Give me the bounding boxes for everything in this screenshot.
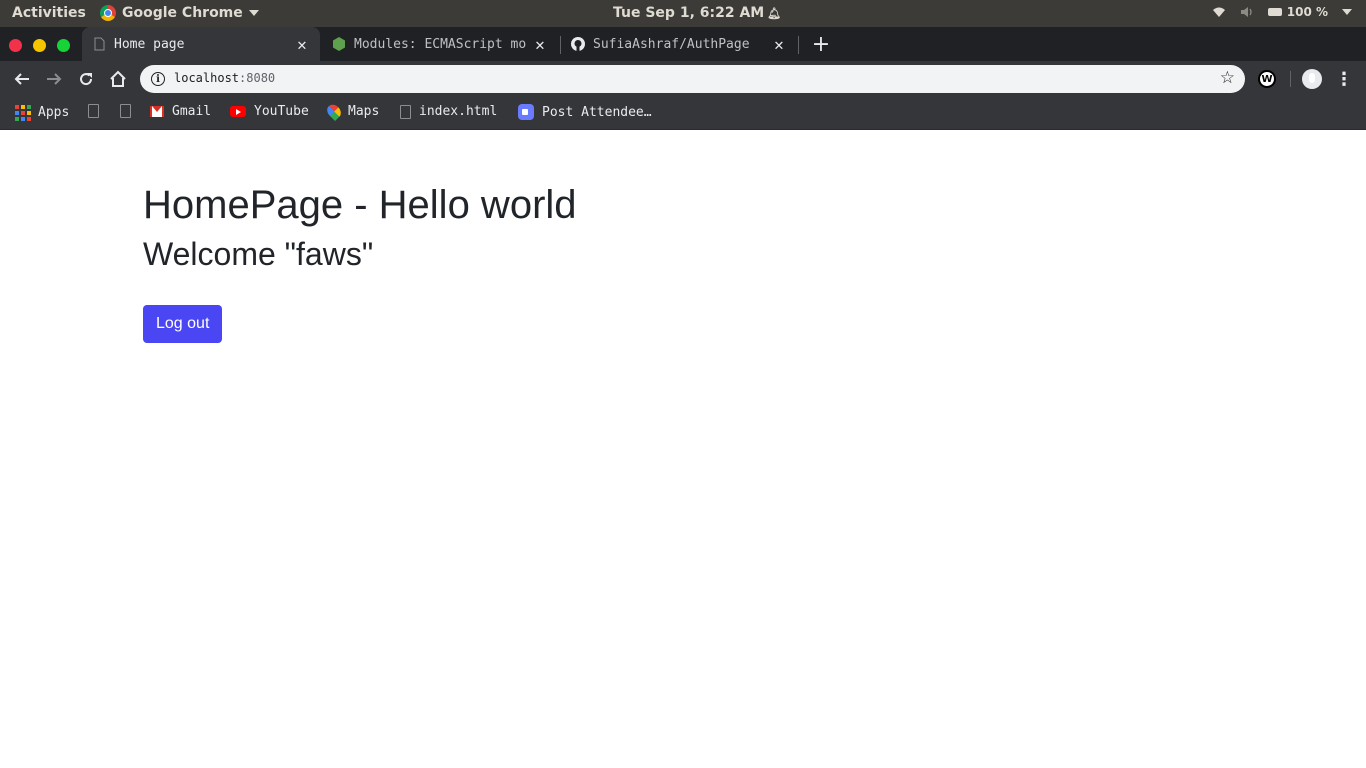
battery-icon (1267, 8, 1282, 16)
tab-divider (798, 36, 799, 54)
toolbar-divider (1290, 71, 1291, 87)
bell-icon: 🔔︎ (767, 6, 782, 20)
tab-modules[interactable]: Modules: ECMAScript mo ✕ (322, 27, 558, 61)
profile-avatar[interactable] (1302, 69, 1322, 89)
bookmark-apps[interactable]: Apps (14, 104, 70, 121)
tab-label: Modules: ECMAScript mo (354, 36, 526, 52)
url-host: localhost (174, 71, 240, 85)
gmail-icon (150, 106, 164, 117)
window-maximize-button[interactable] (57, 39, 70, 52)
bookmark-label: Gmail (172, 104, 212, 119)
extension-icon[interactable]: W (1258, 70, 1276, 88)
bookmark-blank-2[interactable] (120, 104, 131, 118)
arrow-left-icon (14, 73, 29, 85)
bookmark-label: YouTube (254, 104, 309, 119)
youtube-icon (230, 106, 246, 117)
system-tray[interactable]: 100 % (1212, 5, 1352, 19)
browser-toolbar: i localhost:8080 ☆ W ⋮ (0, 61, 1366, 97)
github-icon (571, 37, 585, 51)
close-icon[interactable]: ✕ (532, 35, 548, 54)
bookmark-gmail[interactable]: Gmail (150, 104, 211, 119)
address-url[interactable]: localhost:8080 (174, 71, 275, 85)
info-icon[interactable]: i (151, 72, 165, 86)
address-bar[interactable]: i localhost:8080 ☆ (140, 65, 1245, 93)
logout-button[interactable]: Log out (143, 305, 223, 343)
file-icon (94, 37, 105, 51)
tab-strip: Home page ✕ Modules: ECMAScript mo ✕ Suf… (0, 27, 1366, 61)
bookmarks-bar: Apps Gmail YouTube Maps index.html Post … (0, 97, 1366, 130)
page-content: HomePage - Hello world Welcome "faws" Lo… (0, 131, 1366, 768)
file-icon (400, 104, 411, 119)
window-minimize-button[interactable] (33, 39, 46, 52)
url-port: :8080 (239, 71, 276, 85)
reload-button[interactable] (74, 67, 98, 91)
tab-label: SufiaAshraf/AuthPage (593, 36, 750, 52)
zoom-video-icon (518, 104, 534, 120)
clock[interactable]: Tue Sep 1, 6:22 AM 🔔︎ (613, 5, 781, 21)
chevron-down-icon (1342, 9, 1352, 15)
battery-label: 100 % (1286, 5, 1328, 19)
menu-kebab-icon[interactable]: ⋮ (1335, 67, 1353, 91)
volume-icon (1240, 7, 1252, 17)
close-icon[interactable]: ✕ (771, 35, 787, 54)
system-top-bar: Activities Google Chrome Tue Sep 1, 6:22… (0, 0, 1366, 27)
bookmark-star-icon[interactable]: ☆ (1220, 68, 1235, 88)
clock-label: Tue Sep 1, 6:22 AM (613, 5, 765, 21)
chevron-down-icon (248, 10, 259, 16)
home-icon (110, 70, 126, 87)
tab-github[interactable]: SufiaAshraf/AuthPage ✕ (561, 27, 797, 61)
bookmark-maps[interactable]: Maps (324, 101, 380, 122)
wifi-icon (1212, 7, 1225, 17)
app-menu[interactable]: Google Chrome (100, 5, 259, 21)
bookmark-post-attendee[interactable]: Post Attendee… (518, 104, 652, 120)
chrome-icon (100, 5, 116, 21)
bookmark-index-html[interactable]: index.html (400, 104, 497, 119)
reload-icon (80, 73, 93, 86)
file-icon (88, 104, 99, 118)
bookmark-label: Post Attendee… (542, 104, 652, 120)
forward-button[interactable] (42, 67, 66, 91)
page-title: HomePage - Hello world (143, 183, 577, 227)
welcome-message: Welcome "faws" (143, 236, 374, 272)
bookmark-blank-1[interactable] (88, 104, 99, 118)
file-icon (120, 104, 131, 118)
close-icon[interactable]: ✕ (294, 35, 310, 54)
bookmark-youtube[interactable]: YouTube (230, 104, 309, 119)
app-menu-label: Google Chrome (122, 5, 243, 21)
bookmark-label: index.html (419, 104, 498, 119)
bookmark-label: Apps (38, 104, 70, 120)
tab-label: Home page (114, 36, 185, 52)
activities-button[interactable]: Activities (12, 5, 86, 21)
arrow-right-icon (47, 73, 62, 85)
new-tab-button[interactable]: + (808, 27, 834, 61)
tab-home-page[interactable]: Home page ✕ (82, 27, 320, 61)
maps-pin-icon (324, 101, 344, 122)
home-button[interactable] (106, 67, 130, 91)
back-button[interactable] (10, 67, 34, 91)
apps-grid-icon (14, 104, 31, 121)
window-close-button[interactable] (9, 39, 22, 52)
bookmark-label: Maps (348, 104, 380, 119)
nodejs-icon (333, 37, 345, 51)
